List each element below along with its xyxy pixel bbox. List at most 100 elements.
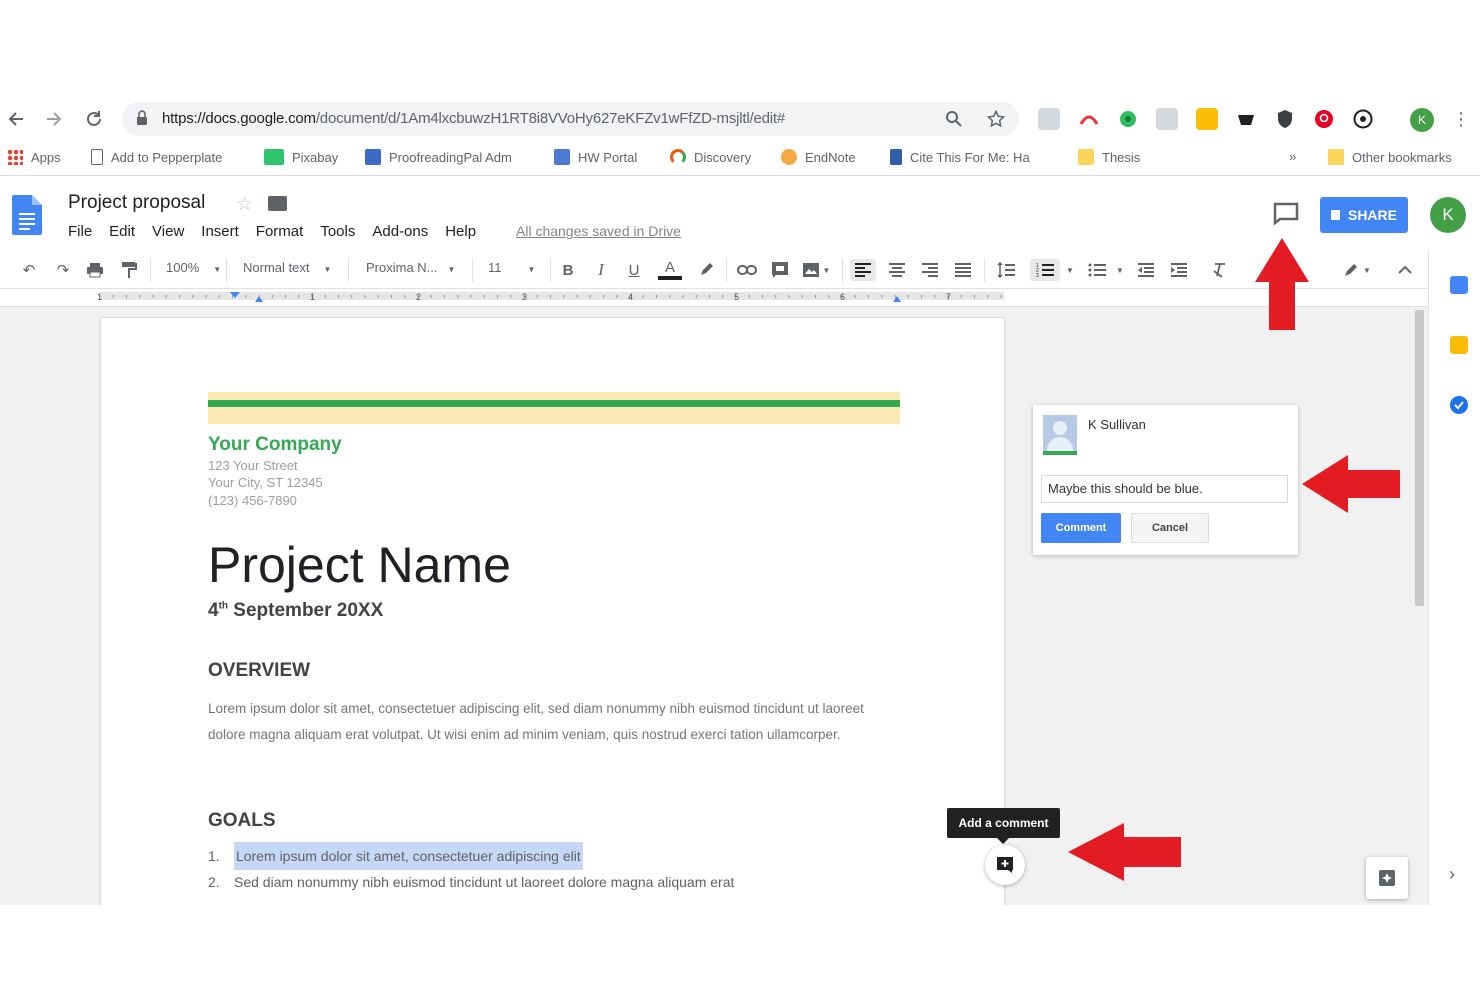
extension-shield-icon[interactable]: [1274, 108, 1296, 130]
move-folder-icon[interactable]: [268, 196, 287, 211]
bulleted-list-icon[interactable]: [1086, 259, 1108, 281]
vertical-scrollbar[interactable]: [1415, 310, 1424, 606]
decrease-indent-icon[interactable]: [1135, 259, 1157, 281]
address-bar[interactable]: https://docs.google.com/document/d/1Am4l…: [122, 102, 1019, 136]
more-bookmarks-icon[interactable]: »: [1289, 149, 1296, 164]
calendar-icon[interactable]: [1450, 276, 1468, 294]
increase-indent-icon[interactable]: [1168, 259, 1190, 281]
chevron-down-icon[interactable]: ▼: [1114, 259, 1126, 281]
pinterest-icon[interactable]: [1313, 108, 1335, 130]
align-right-icon[interactable]: [919, 259, 941, 281]
highlight-color-icon[interactable]: [696, 259, 716, 281]
extension-icon[interactable]: [1235, 108, 1257, 130]
open-comments-icon[interactable]: [1272, 201, 1300, 225]
zoom-select[interactable]: 100% ▼: [166, 260, 221, 275]
project-date[interactable]: 4th September 20XX: [208, 600, 383, 622]
comment-input[interactable]: Maybe this should be blue.: [1041, 475, 1288, 503]
clear-formatting-icon[interactable]: [1209, 259, 1231, 281]
extension-icon[interactable]: [1038, 108, 1060, 130]
list-item[interactable]: 2. Sed diam nonummy nibh euismod tincidun…: [208, 874, 734, 890]
bookmark-pixabay[interactable]: Pixabay: [264, 149, 338, 165]
bookmark-star-icon[interactable]: [986, 109, 1006, 129]
menu-file[interactable]: File: [68, 223, 92, 240]
project-name-heading[interactable]: Project Name: [208, 536, 511, 594]
insert-image-icon[interactable]: ▼: [800, 259, 832, 281]
numbered-list-icon[interactable]: 123: [1030, 259, 1060, 281]
menu-view[interactable]: View: [152, 223, 184, 240]
overview-heading[interactable]: OVERVIEW: [208, 660, 310, 682]
address-line[interactable]: 123 Your Street: [208, 458, 298, 473]
address-line[interactable]: (123) 456-7890: [208, 493, 297, 508]
list-item[interactable]: 1. Lorem ipsum dolor sit amet, consectetu…: [208, 842, 583, 870]
goals-heading[interactable]: GOALS: [208, 810, 276, 832]
bookmark-hw-portal[interactable]: HW Portal: [554, 149, 637, 165]
text-color-icon[interactable]: A: [658, 259, 682, 281]
bookmark-pepperplate[interactable]: Add to Pepperplate: [91, 149, 222, 165]
side-panel-chevron-right-icon[interactable]: ›: [1449, 864, 1455, 885]
menu-tools[interactable]: Tools: [320, 223, 355, 240]
folder-icon: [1328, 149, 1344, 165]
comment-cancel-button[interactable]: Cancel: [1131, 513, 1209, 543]
bold-icon[interactable]: B: [558, 259, 578, 281]
account-avatar[interactable]: K: [1430, 197, 1466, 233]
menu-help[interactable]: Help: [445, 223, 476, 240]
company-name[interactable]: Your Company: [208, 434, 342, 456]
other-bookmarks[interactable]: Other bookmarks: [1328, 149, 1452, 165]
bookmark-apps[interactable]: Apps: [7, 149, 61, 165]
insert-comment-icon[interactable]: [768, 259, 792, 281]
font-select[interactable]: Proxima N... ▼: [366, 260, 455, 275]
document-page[interactable]: Your Company 123 Your Street Your City, …: [101, 318, 1004, 905]
browser-menu-icon[interactable]: ⋮: [1450, 108, 1472, 130]
align-left-icon[interactable]: [850, 259, 876, 281]
bookmark-discovery[interactable]: Discovery: [670, 149, 751, 165]
reload-icon[interactable]: [82, 107, 106, 131]
explore-button[interactable]: [1366, 857, 1408, 899]
save-status[interactable]: All changes saved in Drive: [516, 223, 681, 239]
print-icon[interactable]: [84, 259, 106, 281]
menu-insert[interactable]: Insert: [201, 223, 239, 240]
editing-mode-icon[interactable]: ▼: [1340, 259, 1374, 281]
overview-paragraph[interactable]: Lorem ipsum dolor sit amet, consectetuer…: [208, 696, 868, 747]
extension-icon[interactable]: [1196, 108, 1218, 130]
share-button[interactable]: SHARE: [1320, 197, 1408, 233]
menu-format[interactable]: Format: [256, 223, 304, 240]
insert-link-icon[interactable]: [735, 259, 759, 281]
chevron-down-icon: ▼: [447, 265, 456, 274]
address-line[interactable]: Your City, ST 12345: [208, 475, 323, 490]
keep-icon[interactable]: [1450, 336, 1468, 354]
justify-icon[interactable]: [952, 259, 974, 281]
extension-arc-icon[interactable]: [1078, 108, 1100, 130]
chevron-down-icon[interactable]: ▼: [1064, 259, 1076, 281]
bookmark-cite-this-for-me[interactable]: Cite This For Me: Ha: [890, 149, 1030, 165]
back-icon[interactable]: [4, 107, 28, 131]
font-size-select[interactable]: 11 ▼: [488, 260, 535, 275]
bookmark-proofreadingpal[interactable]: ProofreadingPal Adm: [365, 149, 512, 165]
google-docs-logo-icon[interactable]: [12, 195, 42, 235]
line-spacing-icon[interactable]: [994, 259, 1018, 281]
paragraph-style-select[interactable]: Normal text ▼: [243, 260, 331, 275]
underline-icon[interactable]: U: [624, 259, 644, 281]
document-title[interactable]: Project proposal: [68, 192, 205, 214]
tasks-icon[interactable]: [1450, 396, 1468, 414]
bookmark-endnote[interactable]: EndNote: [781, 149, 856, 165]
comment-submit-button[interactable]: Comment: [1041, 513, 1121, 543]
zoom-magnifier-icon[interactable]: [944, 109, 964, 129]
align-center-icon[interactable]: [886, 259, 908, 281]
chevron-up-icon[interactable]: [1394, 259, 1416, 281]
italic-icon[interactable]: I: [591, 259, 611, 281]
profile-avatar[interactable]: K: [1410, 108, 1434, 132]
add-comment-button[interactable]: [985, 845, 1025, 885]
extension-icon[interactable]: [1156, 108, 1178, 130]
forward-icon[interactable]: [42, 107, 66, 131]
star-icon[interactable]: ☆: [236, 193, 253, 216]
menu-add-ons[interactable]: Add-ons: [372, 223, 428, 240]
url-text: https://docs.google.com/document/d/1Am4l…: [162, 110, 786, 127]
paint-format-icon[interactable]: [118, 259, 140, 281]
bookmark-thesis[interactable]: Thesis: [1078, 149, 1140, 165]
extension-circle-icon[interactable]: [1352, 108, 1374, 130]
redo-icon[interactable]: ↷: [52, 259, 74, 281]
document-canvas[interactable]: Your Company 123 Your Street Your City, …: [0, 307, 1428, 905]
undo-icon[interactable]: ↶: [18, 259, 40, 281]
menu-edit[interactable]: Edit: [109, 223, 135, 240]
evernote-icon[interactable]: [1117, 108, 1139, 130]
